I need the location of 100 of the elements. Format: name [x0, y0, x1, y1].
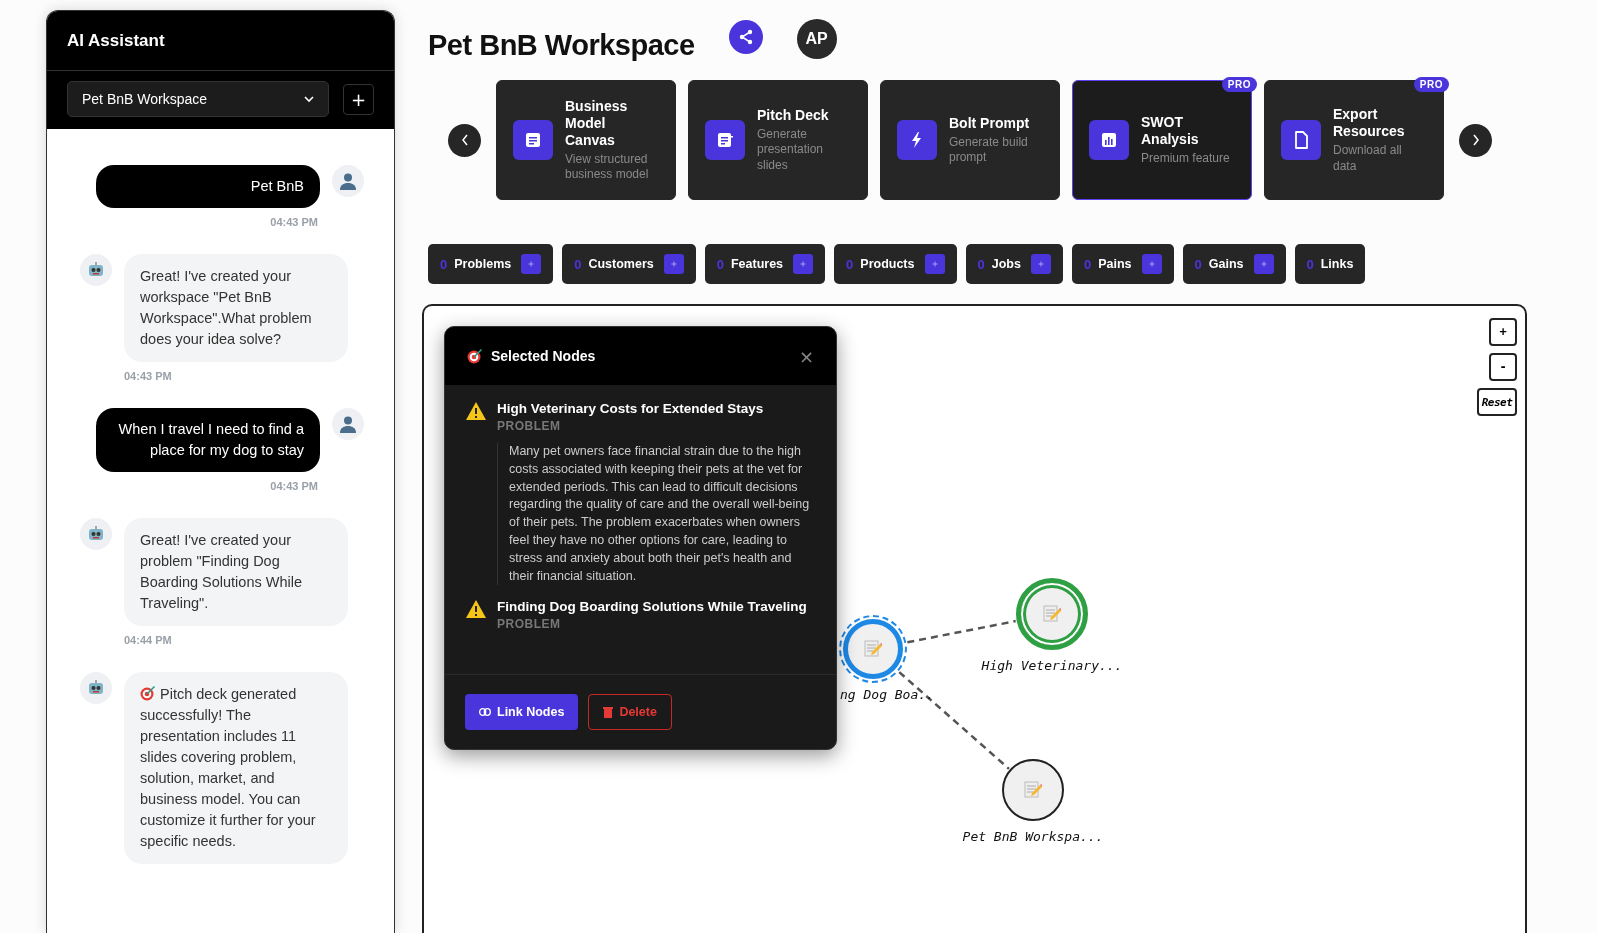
chip-label: Gains — [1208, 257, 1244, 271]
message-bubble: Great! I've created your workspace "Pet BnB Workspace".What problem does your idea solve? — [124, 254, 348, 362]
add-button[interactable] — [793, 254, 814, 274]
workspace-select[interactable]: Pet BnB Workspace — [67, 81, 329, 117]
card-title: SWOT Analysis — [1141, 113, 1200, 148]
chevron-left-icon — [460, 134, 469, 146]
file-icon — [1292, 131, 1310, 149]
chip-label: Products — [860, 257, 915, 271]
category-chip[interactable]: 0 Products — [834, 244, 957, 284]
close-button[interactable]: × — [798, 345, 814, 367]
plus-icon — [800, 261, 807, 267]
plus-icon — [1037, 261, 1044, 267]
chevron-right-icon — [1471, 134, 1480, 146]
plus-icon — [1148, 261, 1155, 267]
node-type: PROBLEM — [497, 419, 562, 433]
memo-pencil-icon — [864, 640, 882, 658]
add-button[interactable] — [924, 254, 945, 274]
message-bubble: Great! I've created your problem "Finding Dog Boarding Solutions While Traveling". — [124, 518, 348, 626]
popup-title: Selected Nodes — [491, 348, 597, 364]
add-button[interactable]: + — [343, 83, 374, 115]
add-button[interactable] — [1253, 254, 1274, 274]
card-subtitle: Generate build prompt — [949, 134, 1029, 166]
add-button[interactable] — [1030, 254, 1051, 274]
reset-button[interactable]: Reset — [1477, 388, 1517, 416]
node-title: Finding Dog Boarding Solutions While Traveling — [497, 599, 807, 615]
category-chip[interactable]: 0 Gains — [1182, 244, 1286, 284]
category-chip[interactable]: 0 Problems — [428, 244, 554, 284]
person-icon — [339, 172, 357, 190]
robot-icon — [87, 525, 105, 543]
card-title: Pitch Deck — [757, 106, 830, 124]
node-label: High Veterinary... — [981, 658, 1123, 673]
tool-card[interactable]: Business Model Canvas View structured business model — [496, 80, 676, 200]
pro-badge: PRO — [1413, 77, 1449, 92]
link-icon — [479, 708, 491, 716]
chevron-down-icon — [304, 95, 314, 103]
chip-label: Problems — [454, 257, 512, 271]
chip-count: 0 — [440, 256, 448, 272]
panel-title: AI Assistant — [47, 11, 394, 71]
message-bubble: When I travel I need to find a place for my dog to stay — [96, 408, 320, 472]
pro-badge: PRO — [1221, 77, 1257, 92]
bar-chart-icon — [1100, 131, 1118, 149]
target-icon — [467, 348, 483, 364]
card-subtitle: Download all data — [1333, 143, 1403, 174]
plus-icon — [528, 261, 535, 267]
node-title: High Veterinary Costs for Extended Stays — [497, 401, 764, 416]
chip-label: Jobs — [991, 257, 1021, 271]
trash-icon — [603, 706, 614, 718]
previous-button[interactable] — [448, 123, 481, 157]
share-button[interactable] — [728, 20, 763, 54]
warning-icon — [465, 599, 487, 620]
next-button[interactable] — [1459, 123, 1492, 157]
chip-count: 0 — [574, 256, 582, 272]
category-chip[interactable]: 0 Links — [1294, 244, 1366, 284]
node-label: Pet BnB Workspa... — [962, 829, 1104, 844]
user-avatar[interactable]: AP — [796, 19, 837, 59]
add-button[interactable] — [521, 254, 542, 274]
node-description: Many pet owners face financial strain due to the high costs associated with keeping their pets at the vet for extended periods. This can lead to difficult decisions regarding the quality of care and the overall well-being of their pets. The problem exacerbates when owners feel they have no other options for care, leading to stress and anxiety about both their pet's health and their financial situation. — [497, 443, 816, 586]
chip-count: 0 — [846, 256, 854, 272]
robot-icon — [87, 679, 105, 697]
memo-pencil-icon — [1043, 605, 1061, 623]
card-subtitle: Premium feature — [1141, 150, 1231, 167]
card-subtitle: View structured business model — [565, 151, 650, 183]
plus-icon — [670, 261, 677, 267]
add-button[interactable] — [1141, 254, 1162, 274]
message-time: 04:43 PM — [270, 216, 318, 228]
person-icon — [339, 415, 357, 433]
chip-label: Customers — [588, 257, 654, 271]
card-title: Bolt Prompt — [949, 114, 1031, 132]
tool-card[interactable]: Bolt Prompt Generate build prompt — [880, 80, 1060, 200]
robot-icon — [87, 261, 105, 279]
zoom-out-button[interactable]: - — [1489, 353, 1517, 381]
card-subtitle: Generate presentation slides — [757, 126, 825, 174]
node-type: PROBLEM — [497, 617, 562, 632]
zoom-in-button[interactable]: + — [1489, 318, 1517, 346]
graph-node[interactable] — [843, 619, 903, 679]
slides-icon — [716, 131, 734, 149]
share-icon — [737, 29, 754, 45]
category-chip[interactable]: 0 Customers — [562, 244, 696, 284]
document-icon — [524, 131, 542, 149]
plus-icon — [1260, 261, 1267, 267]
category-chip[interactable]: 0 Jobs — [965, 244, 1063, 284]
category-chip[interactable]: 0 Features — [704, 244, 826, 284]
tool-card[interactable]: Pitch Deck Generate presentation slides — [688, 80, 868, 200]
card-title: Export Resources — [1333, 106, 1406, 140]
warning-icon — [465, 401, 487, 421]
message-time: 04:44 PM — [124, 634, 173, 646]
category-chip[interactable]: 0 Pains — [1071, 244, 1174, 284]
card-title: Business Model Canvas — [565, 97, 629, 149]
link-nodes-button[interactable]: Link Nodes — [465, 694, 579, 730]
message-bubble: Pitch deck generated successfully! The presentation includes 11 slides covering problem, solution, market, and business model. You can customize it further for your specific needs. — [124, 672, 348, 864]
chip-label: Pains — [1098, 257, 1132, 271]
node-label: ng Dog Boa.. — [840, 687, 934, 702]
chip-count: 0 — [1194, 256, 1202, 272]
chip-count: 0 — [977, 256, 985, 272]
delete-button[interactable]: Delete — [588, 694, 672, 730]
chip-count: 0 — [716, 256, 724, 272]
add-button[interactable] — [663, 254, 684, 274]
chip-count: 0 — [1306, 256, 1314, 272]
chip-label: Features — [730, 257, 784, 271]
message-time: 04:43 PM — [270, 480, 318, 492]
